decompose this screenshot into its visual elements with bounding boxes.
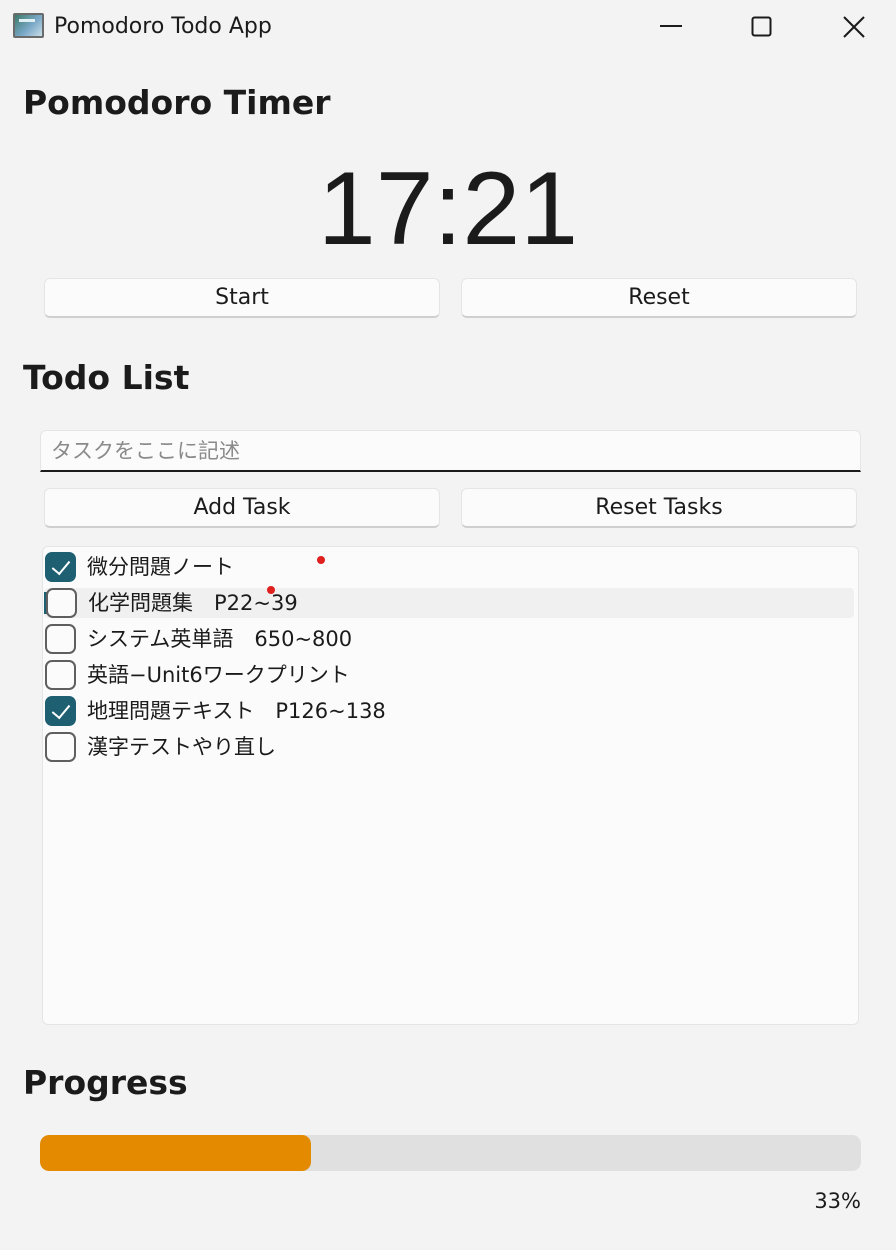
- add-task-button[interactable]: Add Task: [44, 488, 440, 528]
- task-checkbox[interactable]: [45, 696, 76, 726]
- task-item[interactable]: 微分問題ノート: [43, 552, 858, 582]
- task-label: 漢字テストやり直し: [87, 735, 276, 759]
- progress-percent: 33%: [814, 1189, 861, 1213]
- minimize-button[interactable]: [640, 4, 700, 48]
- task-checkbox[interactable]: [46, 588, 77, 618]
- task-label: 微分問題ノート: [87, 555, 234, 579]
- maximize-icon: [751, 16, 772, 37]
- close-icon: [843, 16, 865, 38]
- task-label: システム英単語 650~800: [87, 627, 353, 651]
- task-item[interactable]: システム英単語 650~800: [43, 624, 858, 654]
- task-checkbox[interactable]: [45, 660, 76, 690]
- task-checkbox[interactable]: [45, 624, 76, 654]
- todo-heading: Todo List: [23, 358, 190, 397]
- reset-button[interactable]: Reset: [461, 278, 857, 318]
- task-item[interactable]: 地理問題テキスト P126~138: [43, 696, 858, 726]
- timer-display: 17:21: [317, 151, 579, 267]
- task-item[interactable]: 英語−Unit6ワークプリント: [43, 660, 858, 690]
- progress-heading: Progress: [23, 1063, 188, 1102]
- task-checkbox[interactable]: [45, 552, 76, 582]
- app-icon: [13, 13, 44, 38]
- window-title: Pomodoro Todo App: [54, 14, 272, 39]
- task-label: 地理問題テキスト P126~138: [87, 699, 386, 723]
- task-item[interactable]: 漢字テストやり直し: [43, 732, 858, 762]
- task-list: 微分問題ノート 化学問題集 P22~39 システム英単語 650~800 英語−…: [42, 546, 859, 1025]
- task-item[interactable]: 化学問題集 P22~39: [44, 588, 854, 618]
- minimize-icon: [660, 25, 682, 27]
- reset-tasks-button[interactable]: Reset Tasks: [461, 488, 857, 528]
- title-bar: Pomodoro Todo App: [0, 0, 896, 52]
- start-button[interactable]: Start: [44, 278, 440, 318]
- task-label: 英語−Unit6ワークプリント: [87, 663, 350, 687]
- progress-fill: [40, 1135, 311, 1171]
- close-button[interactable]: [823, 4, 883, 48]
- task-label: 化学問題集 P22~39: [88, 591, 298, 615]
- marker-dot: [317, 556, 325, 564]
- progress-bar: [40, 1135, 861, 1171]
- timer-heading: Pomodoro Timer: [23, 83, 331, 122]
- task-input[interactable]: [40, 430, 861, 472]
- maximize-button[interactable]: [731, 4, 791, 48]
- marker-dot: [267, 586, 275, 594]
- task-checkbox[interactable]: [45, 732, 76, 762]
